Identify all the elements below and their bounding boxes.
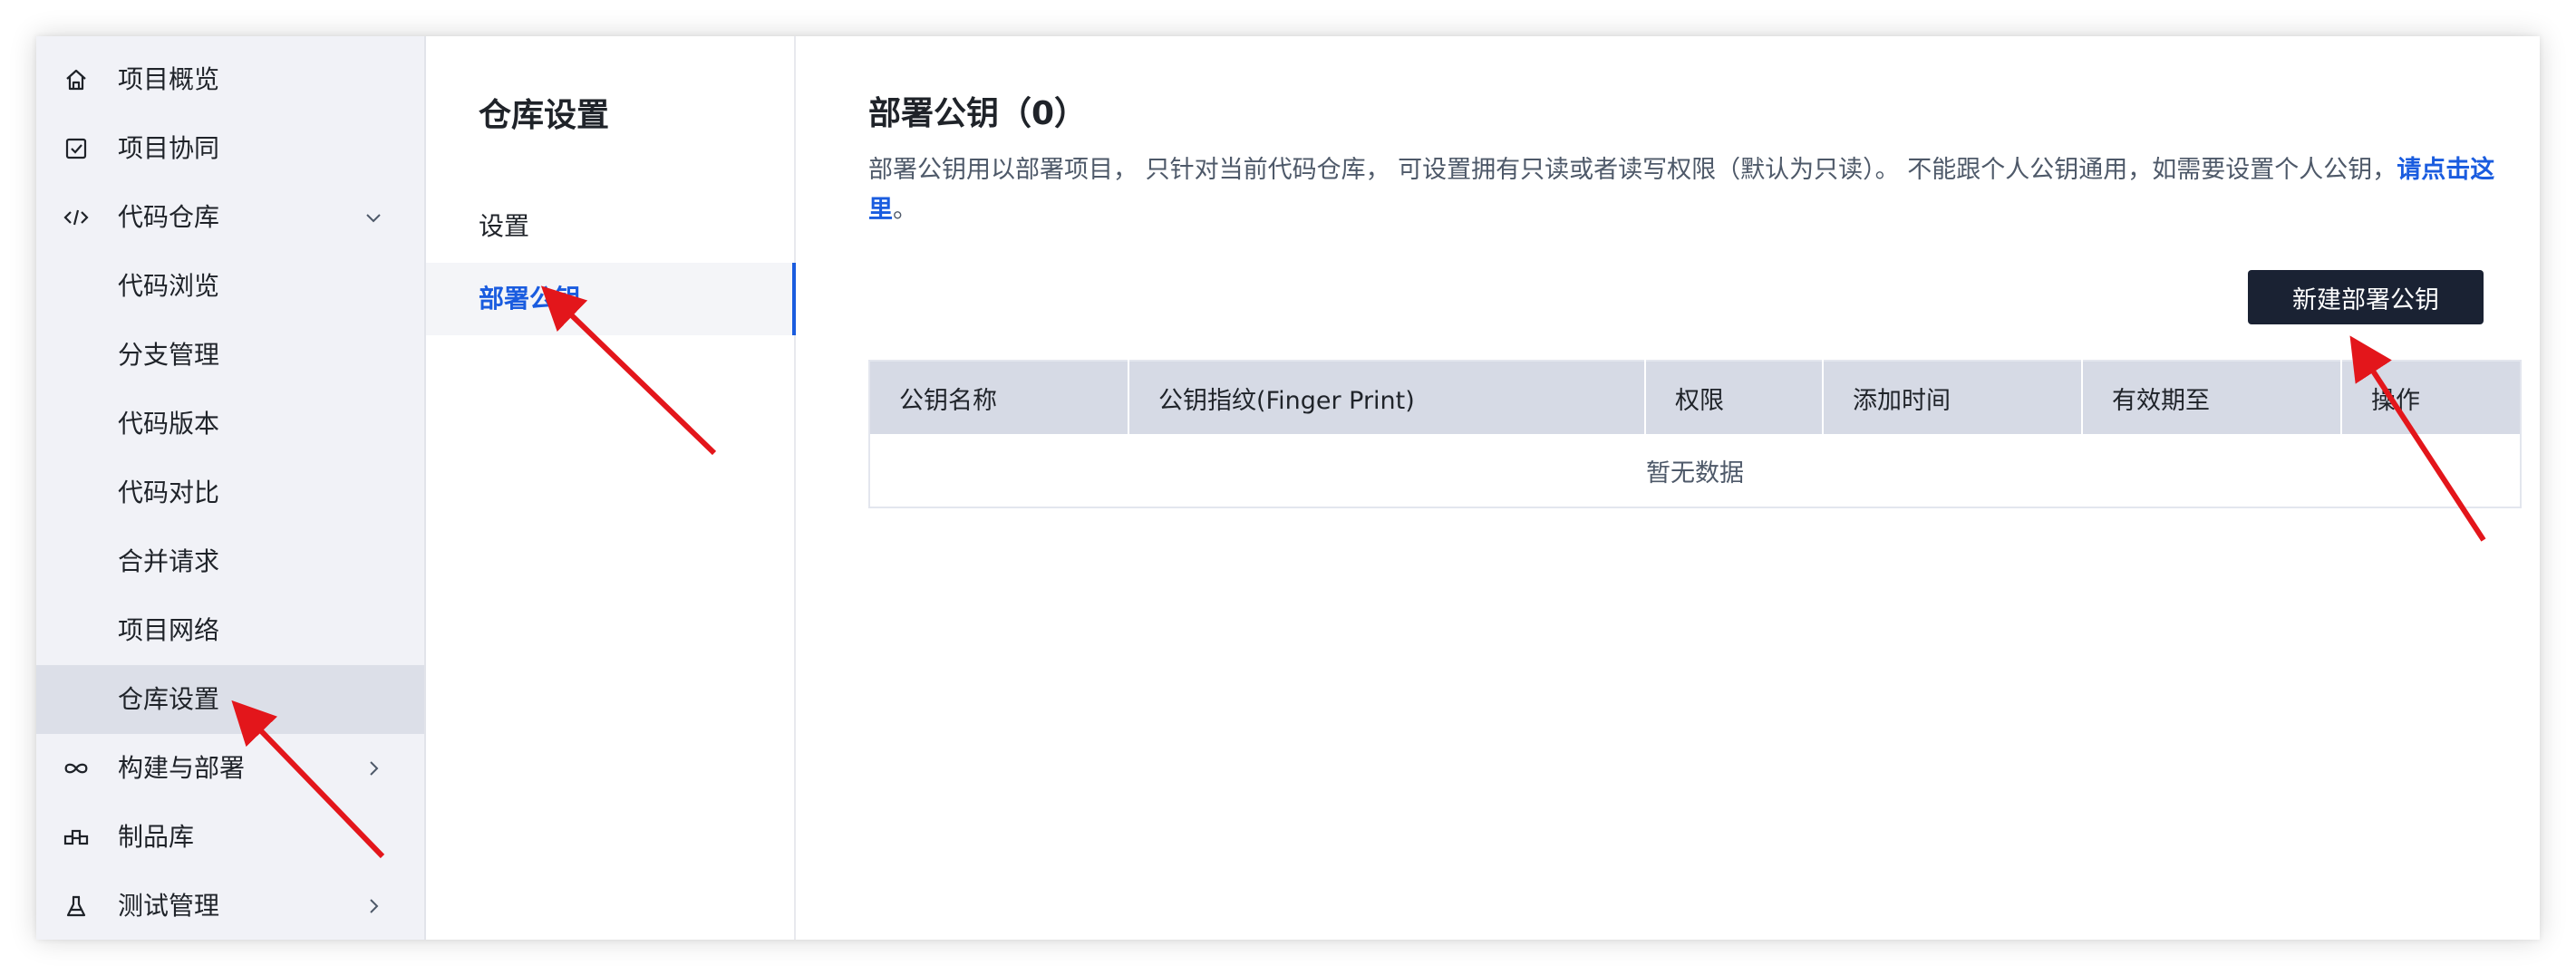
sidebar-item-label: 测试管理 [118, 891, 220, 921]
sidebar-item-label: 项目协同 [118, 133, 220, 163]
sidebar-item-build-deploy[interactable]: 构建与部署 [36, 734, 424, 803]
column-header-fingerprint: 公钥指纹(Finger Print) [1128, 361, 1646, 434]
description-end: 。 [893, 196, 917, 224]
page-title: 部署公钥（0） [868, 95, 1088, 132]
sidebar-item-label: 仓库设置 [118, 684, 220, 714]
infinity-icon [62, 754, 91, 783]
settings-subnav: 仓库设置 设置 部署公钥 [426, 36, 796, 940]
sidebar-item-branches[interactable]: 分支管理 [36, 321, 424, 390]
deploy-keys-table: 公钥名称 公钥指纹(Finger Print) 权限 添加时间 有效期至 操作 … [868, 360, 2522, 508]
sidebar-item-testing[interactable]: 测试管理 [36, 872, 424, 940]
column-header-key-name: 公钥名称 [869, 361, 1129, 434]
sidebar-item-merge-requests[interactable]: 合并请求 [36, 527, 424, 596]
checkbox-icon [62, 134, 91, 163]
sidebar-item-overview[interactable]: 项目概览 [36, 45, 424, 114]
subnav-item-deploy-keys[interactable]: 部署公钥 [426, 263, 796, 335]
sidebar-item-label: 分支管理 [118, 340, 220, 370]
home-icon [62, 65, 91, 94]
page-description: 部署公钥用以部署项目， 只针对当前代码仓库， 可设置拥有只读或者读写权限（默认为… [868, 150, 2520, 230]
sidebar-item-compare[interactable]: 代码对比 [36, 459, 424, 527]
sidebar-nav: 项目概览 项目协同 代码仓库 代码浏览 分支管理 代码版本 代码对比 合并请求 … [36, 36, 426, 940]
chevron-right-icon[interactable] [363, 895, 384, 917]
subnav-item-label: 设置 [479, 211, 530, 241]
flask-icon [62, 892, 91, 921]
column-header-permission: 权限 [1645, 361, 1824, 434]
code-icon [62, 203, 91, 232]
sidebar-item-versions[interactable]: 代码版本 [36, 390, 424, 459]
chevron-right-icon[interactable] [363, 758, 384, 779]
sidebar-item-label: 项目概览 [118, 64, 220, 94]
table-row: 暂无数据 [869, 434, 2521, 507]
column-header-actions: 操作 [2341, 361, 2521, 434]
sidebar-item-label: 代码版本 [118, 409, 220, 439]
description-text: 部署公钥用以部署项目， 只针对当前代码仓库， 可设置拥有只读或者读写权限（默认为… [868, 156, 2397, 184]
sidebar-item-network[interactable]: 项目网络 [36, 596, 424, 665]
chevron-down-icon[interactable] [363, 207, 384, 228]
table-header-row: 公钥名称 公钥指纹(Finger Print) 权限 添加时间 有效期至 操作 [869, 361, 2521, 434]
subnav-title: 仓库设置 [479, 97, 610, 134]
sidebar-item-label: 合并请求 [118, 546, 220, 576]
column-header-added-time: 添加时间 [1823, 361, 2083, 434]
sidebar-item-label: 构建与部署 [118, 753, 246, 783]
sidebar-item-label: 代码浏览 [118, 271, 220, 301]
main-content: 部署公钥（0） 部署公钥用以部署项目， 只针对当前代码仓库， 可设置拥有只读或者… [796, 36, 2540, 940]
sidebar-item-label: 项目网络 [118, 615, 220, 645]
new-deploy-key-button[interactable]: 新建部署公钥 [2248, 270, 2484, 324]
empty-state-text: 暂无数据 [1646, 459, 1744, 488]
package-icon [62, 823, 91, 852]
app-window: 项目概览 项目协同 代码仓库 代码浏览 分支管理 代码版本 代码对比 合并请求 … [36, 36, 2540, 940]
sidebar-item-artifacts[interactable]: 制品库 [36, 803, 424, 872]
sidebar-item-label: 制品库 [118, 822, 195, 852]
sidebar-item-label: 代码仓库 [118, 202, 220, 232]
sidebar-item-code-repo[interactable]: 代码仓库 [36, 183, 424, 252]
subnav-item-settings[interactable]: 设置 [426, 190, 794, 263]
column-header-expires: 有效期至 [2082, 361, 2342, 434]
sidebar-item-collaboration[interactable]: 项目协同 [36, 114, 424, 183]
sidebar-item-label: 代码对比 [118, 478, 220, 507]
sidebar-item-repo-settings[interactable]: 仓库设置 [36, 665, 424, 734]
sidebar-item-code-browse[interactable]: 代码浏览 [36, 252, 424, 321]
subnav-item-label: 部署公钥 [479, 284, 581, 314]
